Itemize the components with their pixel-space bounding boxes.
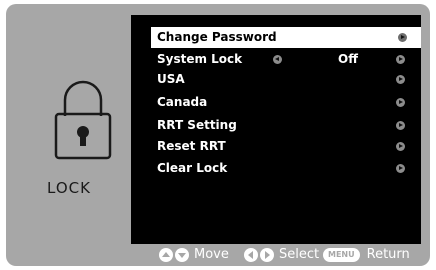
return-label: Return	[366, 247, 410, 262]
menu-item-label: RRT Setting	[157, 118, 237, 132]
lock-menu: Change Password System Lock Off USA Cana…	[131, 15, 421, 244]
menu-item-label: Clear Lock	[157, 161, 228, 175]
move-hint: Move	[159, 247, 229, 263]
menu-item-reset-rrt[interactable]: Reset RRT	[151, 136, 419, 157]
menu-item-label: Reset RRT	[157, 139, 226, 153]
menu-item-label: Canada	[157, 95, 208, 109]
lock-title: LOCK	[47, 179, 91, 197]
select-label: Select	[279, 247, 320, 262]
menu-item-clear-lock[interactable]: Clear Lock	[151, 158, 419, 179]
chevron-right-icon	[396, 164, 405, 173]
chevron-right-icon	[398, 33, 407, 42]
return-hint: MENU Return	[323, 247, 410, 263]
chevron-right-icon	[396, 98, 405, 107]
chevron-left-icon[interactable]	[273, 55, 282, 64]
menu-item-change-password[interactable]: Change Password	[151, 27, 421, 48]
menu-item-label: System Lock	[157, 52, 243, 66]
arrow-left-icon	[244, 248, 258, 262]
menu-key-badge: MENU	[323, 248, 360, 262]
move-label: Move	[194, 247, 229, 262]
chevron-right-icon	[396, 121, 405, 130]
system-lock-value: Off	[338, 52, 358, 66]
menu-item-label: USA	[157, 72, 185, 86]
menu-item-rrt-setting[interactable]: RRT Setting	[151, 115, 419, 136]
menu-item-usa[interactable]: USA	[151, 69, 419, 90]
chevron-right-icon	[396, 142, 405, 151]
arrow-right-icon	[260, 248, 274, 262]
help-bar: Move Select MENU Return	[131, 244, 421, 266]
chevron-right-icon	[396, 75, 405, 84]
menu-item-system-lock[interactable]: System Lock Off	[151, 49, 419, 70]
lock-panel: LOCK	[6, 4, 132, 266]
select-hint: Select	[244, 247, 319, 263]
arrow-up-icon	[159, 248, 173, 262]
menu-item-label: Change Password	[157, 30, 277, 44]
menu-item-canada[interactable]: Canada	[151, 92, 419, 113]
arrow-down-icon	[175, 248, 189, 262]
chevron-right-icon[interactable]	[396, 55, 405, 64]
padlock-icon	[54, 80, 112, 160]
